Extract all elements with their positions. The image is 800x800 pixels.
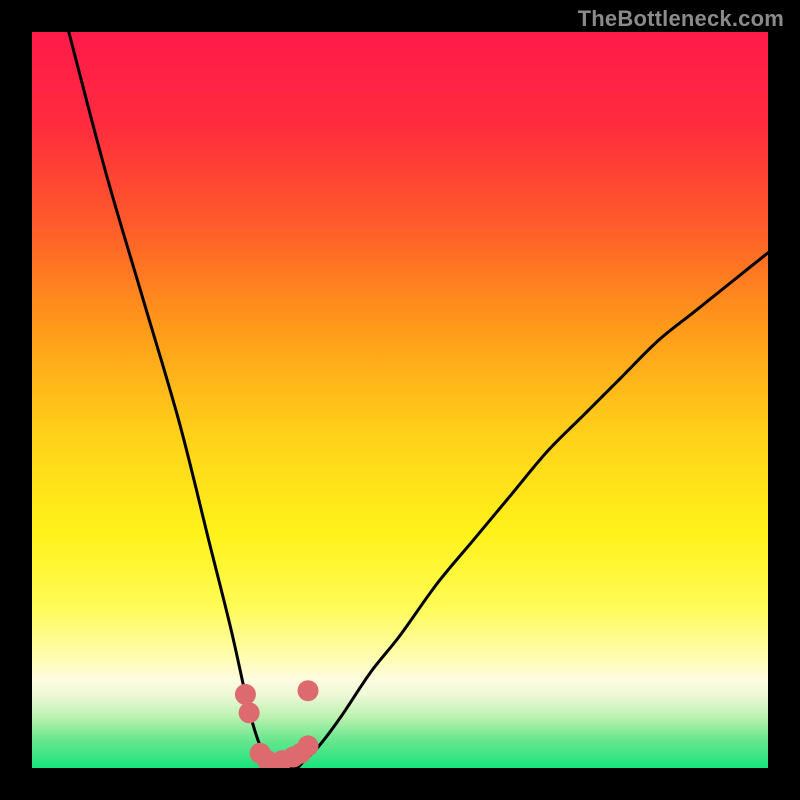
- data-marker: [235, 684, 256, 705]
- curve-layer: [32, 32, 768, 768]
- data-marker: [298, 680, 319, 701]
- bottleneck-curve: [69, 32, 768, 768]
- marker-group: [235, 680, 319, 768]
- data-marker: [239, 702, 260, 723]
- plot-area: [32, 32, 768, 768]
- chart-frame: TheBottleneck.com: [0, 0, 800, 800]
- data-marker: [298, 735, 319, 756]
- watermark-text: TheBottleneck.com: [578, 6, 784, 32]
